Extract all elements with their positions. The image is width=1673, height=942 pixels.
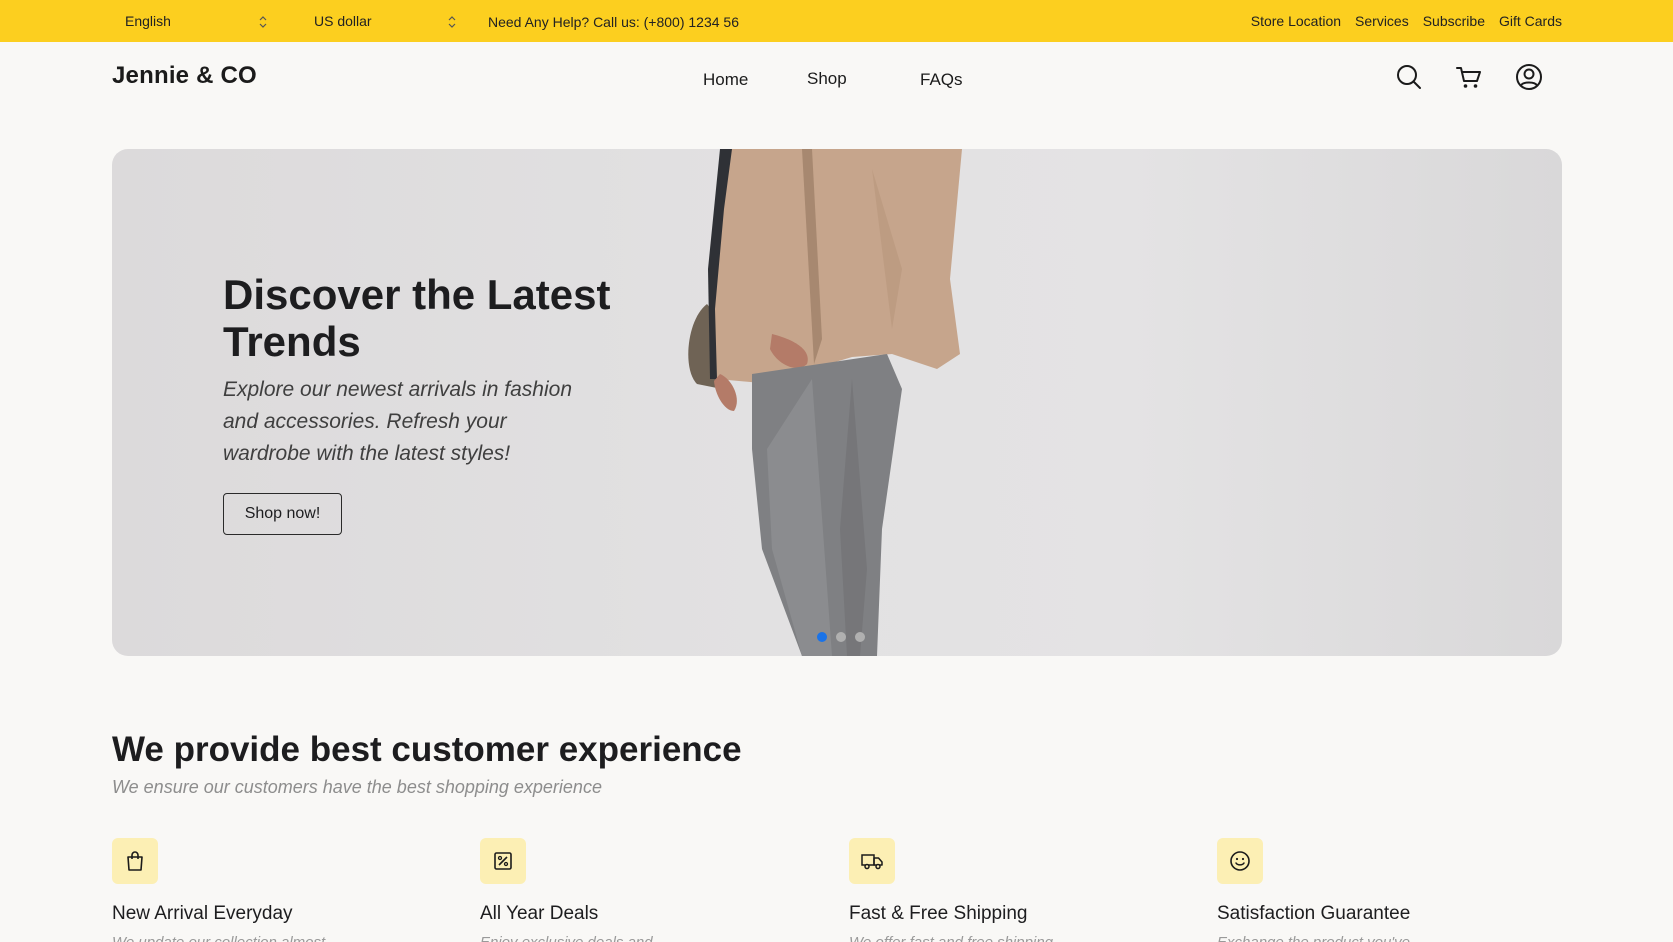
main-header: Jennie & CO Home Shop FAQs (0, 42, 1673, 112)
updown-chevron-icon (448, 16, 456, 28)
hero-subtitle: Explore our newest arrivals in fashion a… (223, 378, 573, 465)
carousel-dots (817, 632, 865, 642)
carousel-dot-1[interactable] (817, 632, 827, 642)
smiley-icon (1217, 838, 1263, 884)
nav-faqs[interactable]: FAQs (920, 70, 963, 90)
feature-title: All Year Deals (480, 903, 599, 924)
currency-select[interactable]: US dollar (314, 0, 457, 42)
top-links: Store Location Services Subscribe Gift C… (1251, 13, 1562, 29)
shopping-bag-icon (112, 838, 158, 884)
help-phone-text: Need Any Help? Call us: (+800) 1234 56 (488, 14, 739, 30)
nav-shop[interactable]: Shop (807, 69, 847, 89)
cart-icon[interactable] (1454, 62, 1484, 92)
hero-banner: Discover the Latest Trends Explore our n… (112, 149, 1562, 656)
hero-title: Discover the Latest Trends (223, 271, 611, 365)
section-title: We provide best customer experience (112, 730, 742, 769)
feature-all-year-deals: All Year Deals Enjoy exclusive deals and (480, 838, 810, 942)
feature-new-arrival: New Arrival Everyday We update our colle… (112, 838, 442, 942)
store-location-link[interactable]: Store Location (1251, 13, 1341, 29)
feature-desc: Enjoy exclusive deals and (480, 934, 810, 942)
feature-satisfaction: Satisfaction Guarantee Exchange the prod… (1217, 838, 1547, 942)
site-logo[interactable]: Jennie & CO (112, 62, 257, 90)
top-bar: English US dollar Need Any Help? Call us… (0, 0, 1673, 42)
feature-title: New Arrival Everyday (112, 903, 293, 924)
feature-desc: We update our collection almost (112, 934, 442, 942)
user-icon[interactable] (1514, 62, 1544, 92)
feature-title: Satisfaction Guarantee (1217, 903, 1411, 924)
carousel-dot-2[interactable] (836, 632, 846, 642)
feature-desc: We offer fast and free shipping (849, 934, 1179, 942)
currency-value: US dollar (314, 13, 372, 29)
search-icon[interactable] (1394, 62, 1424, 92)
language-value: English (125, 13, 171, 29)
percent-tag-icon (480, 838, 526, 884)
feature-fast-shipping: Fast & Free Shipping We offer fast and f… (849, 838, 1179, 942)
section-subtitle: We ensure our customers have the best sh… (112, 777, 602, 797)
delivery-truck-icon (849, 838, 895, 884)
gift-cards-link[interactable]: Gift Cards (1499, 13, 1562, 29)
nav-home[interactable]: Home (703, 70, 748, 90)
subscribe-link[interactable]: Subscribe (1423, 13, 1485, 29)
shop-now-button[interactable]: Shop now! (223, 493, 342, 535)
updown-chevron-icon (259, 16, 267, 28)
services-link[interactable]: Services (1355, 13, 1409, 29)
feature-desc: Exchange the product you've (1217, 934, 1547, 942)
carousel-dot-3[interactable] (855, 632, 865, 642)
feature-title: Fast & Free Shipping (849, 903, 1028, 924)
language-select[interactable]: English (125, 0, 268, 42)
